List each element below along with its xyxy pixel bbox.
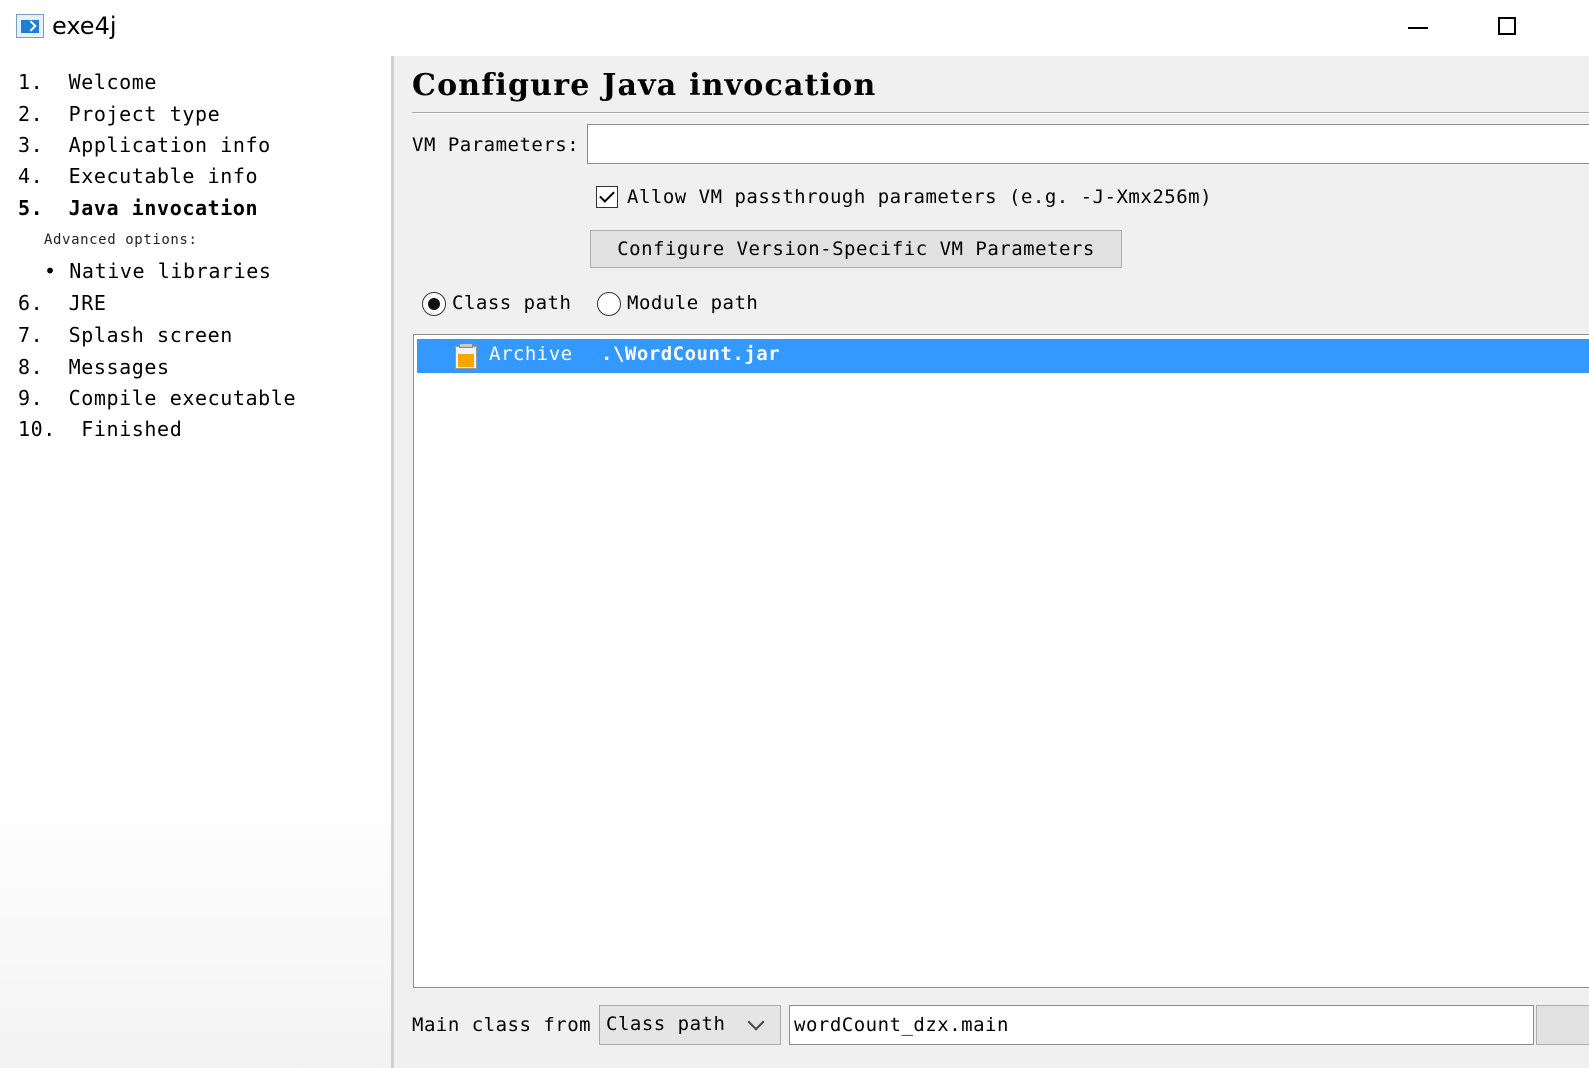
- minimize-icon[interactable]: [1388, 0, 1448, 56]
- main-class-input[interactable]: [789, 1005, 1534, 1045]
- allow-passthrough-checkbox[interactable]: [596, 186, 618, 208]
- vm-parameters-input[interactable]: [587, 124, 1589, 164]
- classpath-list[interactable]: Archive .\WordCount.jar: [413, 334, 1589, 988]
- jar-archive-icon: [455, 343, 477, 369]
- maximize-icon[interactable]: [1478, 0, 1538, 56]
- nav-step-finished[interactable]: 10. Finished: [18, 417, 182, 441]
- main-class-source-select[interactable]: Class path: [599, 1005, 781, 1045]
- nav-step-executable-info[interactable]: 4. Executable info: [18, 164, 258, 188]
- browse-main-class-button[interactable]: [1536, 1005, 1589, 1045]
- nav-step-project-type[interactable]: 2. Project type: [18, 102, 220, 126]
- module-path-radio[interactable]: [597, 292, 621, 316]
- nav-step-welcome[interactable]: 1. Welcome: [18, 70, 157, 94]
- list-item-kind: Archive: [489, 343, 573, 365]
- advanced-options-heading: Advanced options:: [44, 232, 198, 248]
- list-item-path: .\WordCount.jar: [601, 343, 781, 365]
- nav-step-messages[interactable]: 8. Messages: [18, 355, 170, 379]
- class-path-radio[interactable]: [422, 292, 446, 316]
- module-path-radio-label: Module path: [627, 292, 759, 314]
- vm-parameters-label: VM Parameters:: [412, 134, 580, 156]
- main-class-from-label: Main class from: [412, 1014, 592, 1036]
- title-divider: [412, 112, 1589, 114]
- wizard-steps-sidebar: 1. Welcome 2. Project type 3. Applicatio…: [0, 56, 391, 1068]
- title-bar: exe4j: [0, 0, 1589, 56]
- nav-step-jre[interactable]: 6. JRE: [18, 291, 107, 315]
- list-item[interactable]: Archive .\WordCount.jar: [417, 339, 1589, 373]
- configure-version-specific-button[interactable]: Configure Version-Specific VM Parameters: [590, 230, 1122, 268]
- allow-passthrough-label: Allow VM passthrough parameters (e.g. -J…: [627, 186, 1213, 208]
- nav-step-java-invocation[interactable]: 5. Java invocation: [18, 196, 258, 220]
- class-path-radio-label: Class path: [452, 292, 572, 314]
- java-invocation-panel: Configure Java invocation VM Parameters:…: [394, 56, 1589, 1068]
- main-class-source-value: Class path: [606, 1013, 726, 1035]
- page-title: Configure Java invocation: [412, 68, 877, 103]
- nav-step-splash-screen[interactable]: 7. Splash screen: [18, 323, 233, 347]
- nav-step-compile-executable[interactable]: 9. Compile executable: [18, 386, 296, 410]
- exe4j-app-icon: [16, 14, 44, 38]
- chevron-down-icon: [747, 1013, 765, 1031]
- nav-step-native-libraries[interactable]: • Native libraries: [44, 259, 272, 283]
- nav-step-application-info[interactable]: 3. Application info: [18, 133, 271, 157]
- window-title: exe4j: [52, 12, 117, 40]
